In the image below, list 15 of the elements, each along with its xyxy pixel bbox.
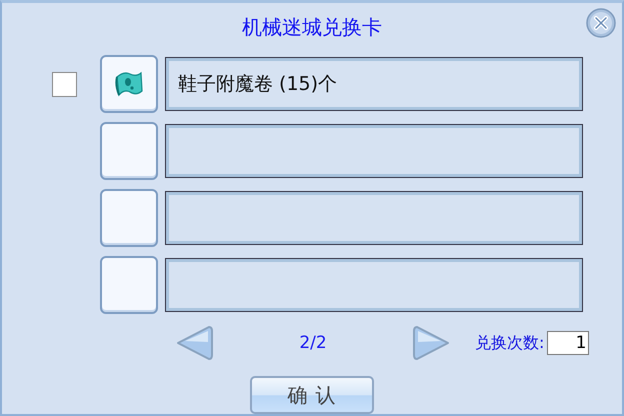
item-slot[interactable] [100,256,158,314]
scroll-icon [114,69,144,99]
next-page-button[interactable] [413,325,451,361]
close-button[interactable] [586,8,616,38]
previous-page-button[interactable] [175,325,213,361]
confirm-button[interactable]: 确 认 [250,376,374,414]
item-slot[interactable] [100,189,158,247]
item-slot[interactable] [100,55,158,113]
count-label: 兑换次数: [475,332,544,354]
count-input[interactable]: 1 [547,331,590,355]
item-slot[interactable] [100,122,158,180]
item-name: 鞋子附魔卷 (15)个 [178,72,338,97]
checkbox[interactable] [52,72,77,96]
page-indicator: 2/2 [298,333,328,353]
dialog-title: 机械迷城兑换卡 [242,14,382,40]
